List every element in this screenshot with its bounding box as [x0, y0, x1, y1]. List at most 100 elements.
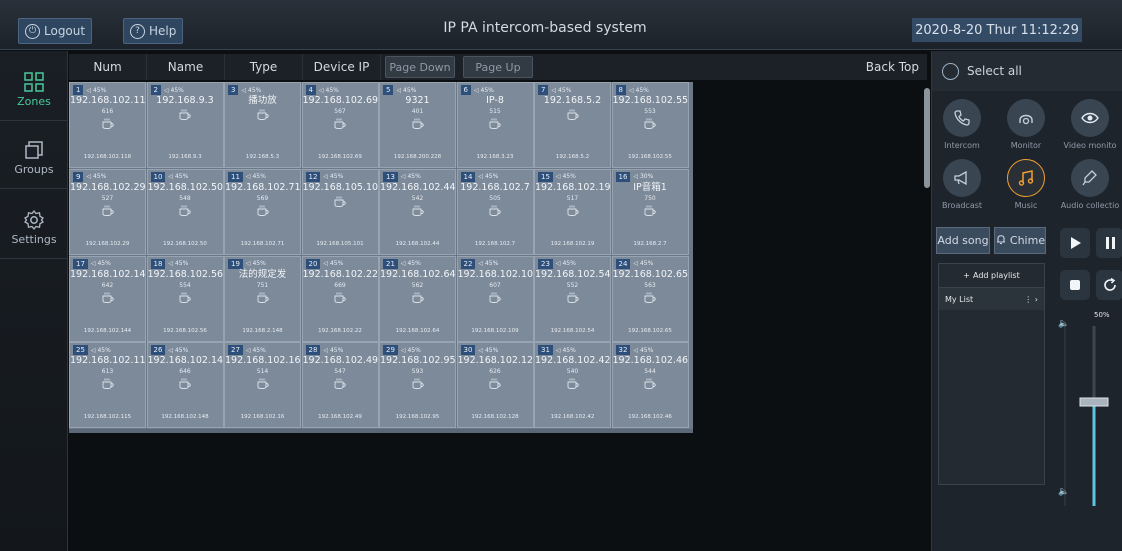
- zone-tile-head: 1 ◁ 45%: [70, 83, 145, 95]
- zone-name: 播功放: [248, 95, 277, 106]
- zone-tile[interactable]: 18 ◁ 45% 192.168.102.56 554 192.168.102.56: [146, 255, 224, 342]
- zone-tile[interactable]: 21 ◁ 45% 192.168.102.64 562 192.168.102.64: [379, 255, 456, 342]
- speaker-icon: ◁: [555, 260, 561, 268]
- playlist-item[interactable]: My List ⋮ ›: [939, 288, 1044, 310]
- zone-name: 192.168.102.7: [460, 181, 530, 193]
- zone-tile[interactable]: 17 ◁ 45% 192.168.102.144 642 192.168.102.144: [69, 255, 146, 342]
- zone-name: IP-8: [486, 95, 504, 106]
- function-video-monitor[interactable]: Video monito: [1060, 99, 1120, 159]
- zone-tile[interactable]: 4 ◁ 45% 192.168.102.69 567 192.168.102.69: [301, 82, 379, 168]
- zone-code: 553: [644, 108, 656, 115]
- zone-cup-icon: [535, 108, 610, 122]
- zone-code: 554: [179, 281, 191, 289]
- zone-name: 192.168.102.148: [147, 355, 224, 367]
- nav-item-groups[interactable]: Groups: [0, 127, 68, 189]
- zone-num: 10: [150, 171, 166, 182]
- zone-tile[interactable]: 24 ◁ 45% 192.168.102.65 563 192.168.102.65: [611, 255, 689, 342]
- zone-tile[interactable]: 31 ◁ 45% 192.168.102.42 540 192.168.102.42: [534, 342, 611, 429]
- col-type[interactable]: Type: [225, 54, 303, 80]
- pause-button[interactable]: [1096, 228, 1122, 258]
- zone-volume: ◁ 45%: [478, 347, 498, 354]
- col-num[interactable]: Num: [69, 54, 147, 80]
- page-up-button[interactable]: Page Up: [463, 56, 533, 78]
- function-monitor[interactable]: Monitor: [996, 99, 1056, 159]
- function-broadcast[interactable]: Broadcast: [932, 159, 992, 219]
- zone-tile[interactable]: 23 ◁ 45% 192.168.102.54 552 192.168.102.54: [534, 255, 611, 342]
- zone-cup-icon: [535, 204, 610, 218]
- zone-tile[interactable]: 16 ◁ 30% IP音箱1 750 192.168.2.7: [611, 168, 689, 255]
- zone-tile[interactable]: 13 ◁ 45% 192.168.102.44 542 192.168.102.44: [379, 168, 456, 255]
- zone-code: 750: [644, 194, 656, 202]
- function-intercom[interactable]: Intercom: [932, 99, 992, 159]
- col-name[interactable]: Name: [147, 54, 225, 80]
- zone-tile[interactable]: 20 ◁ 45% 192.168.102.22 669 192.168.102.22: [301, 255, 379, 342]
- play-button[interactable]: [1060, 228, 1090, 258]
- zone-tile[interactable]: 27 ◁ 45% 192.168.102.16 514 192.168.102.16: [224, 342, 301, 429]
- logout-button[interactable]: ⏻ Logout: [18, 18, 93, 44]
- zone-tile[interactable]: 12 ◁ 45% 192.168.105.101 192.168.105.101: [301, 168, 379, 255]
- zone-volume: ◁ 30%: [633, 173, 653, 180]
- zone-scrollbar[interactable]: [924, 88, 930, 188]
- stop-button[interactable]: [1060, 270, 1090, 300]
- zone-tile[interactable]: 11 ◁ 45% 192.168.102.71 569 192.168.102.71: [224, 168, 301, 255]
- zone-tile[interactable]: 5 ◁ 45% 9321 401 192.168.200.228: [379, 82, 456, 168]
- zone-cup-icon: [225, 291, 300, 305]
- repeat-button[interactable]: [1096, 270, 1122, 300]
- zone-num: 4: [305, 85, 316, 95]
- zone-tile[interactable]: 9 ◁ 45% 192.168.102.29 527 192.168.102.29: [69, 168, 146, 255]
- zone-device-ip: 192.168.105.101: [316, 240, 364, 247]
- zone-name: 192.168.5.2: [543, 95, 602, 106]
- zone-num: 9: [73, 171, 84, 182]
- add-song-button[interactable]: Add song: [936, 227, 990, 254]
- zone-device-ip: 192.168.200.228: [393, 154, 442, 160]
- col-device-ip[interactable]: Device IP: [303, 54, 381, 80]
- nav-item-zones[interactable]: Zones: [0, 59, 68, 121]
- zone-num: 19: [228, 258, 243, 269]
- zone-tile[interactable]: 2 ◁ 45% 192.168.9.3 192.168.9.3: [146, 82, 224, 168]
- function-music[interactable]: Music: [996, 159, 1056, 219]
- function-label-video-monitor: Video monito: [1063, 141, 1117, 150]
- add-playlist-button[interactable]: + Add playlist: [939, 264, 1044, 288]
- zone-tile[interactable]: 15 ◁ 45% 192.168.102.19 517 192.168.102.19: [534, 168, 611, 255]
- zone-tile[interactable]: 22 ◁ 45% 192.168.102.109 607 192.168.102.109: [456, 255, 534, 342]
- speaker-icon: ◁: [168, 173, 174, 181]
- speaker-icon: ◁: [555, 346, 561, 354]
- zone-cup-icon: [458, 117, 533, 131]
- zone-tile[interactable]: 26 ◁ 45% 192.168.102.148 646 192.168.102.148: [146, 342, 224, 429]
- zone-tile[interactable]: 30 ◁ 45% 192.168.102.128 626 192.168.102.128: [456, 342, 534, 429]
- page-down-button[interactable]: Page Down: [385, 56, 455, 78]
- zone-tile[interactable]: 3 ◁ 45% 播功放 192.168.5.3: [224, 82, 301, 168]
- speaker-icon: ◁: [86, 173, 92, 181]
- zone-tile-head: 21 ◁ 45%: [380, 257, 455, 269]
- back-top-button[interactable]: Back Top: [866, 60, 919, 74]
- zone-name: 192.168.102.29: [70, 181, 146, 193]
- zone-tile[interactable]: 14 ◁ 45% 192.168.102.7 505 192.168.102.7: [456, 168, 534, 255]
- function-audio-collection[interactable]: Audio collectio: [1060, 159, 1120, 219]
- chime-button[interactable]: Chime: [994, 227, 1046, 254]
- zone-volume-value: 45%: [329, 260, 344, 268]
- playlist-more-icon[interactable]: ⋮ ›: [1024, 295, 1038, 304]
- zone-device-ip: 192.168.102.64: [395, 327, 440, 334]
- zone-tile[interactable]: 6 ◁ 45% IP-8 515 192.168.3.23: [456, 82, 534, 168]
- zone-num: 6: [460, 85, 471, 95]
- zone-tile[interactable]: 19 ◁ 45% 法的规定发 751 192.168.2.148: [224, 255, 301, 342]
- zone-tile[interactable]: 32 ◁ 45% 192.168.102.46 544 192.168.102.46: [611, 342, 689, 429]
- zone-tile[interactable]: 28 ◁ 45% 192.168.102.49 547 192.168.102.49: [301, 342, 379, 429]
- nav-item-settings[interactable]: Settings: [0, 197, 68, 259]
- zone-tile[interactable]: 25 ◁ 45% 192.168.102.115 613 192.168.102.115: [69, 342, 146, 429]
- volume-slider[interactable]: [1080, 326, 1108, 506]
- zone-tile[interactable]: 7 ◁ 45% 192.168.5.2 192.168.5.2: [534, 82, 611, 168]
- zone-tile[interactable]: 10 ◁ 45% 192.168.102.50 548 192.168.102.50: [146, 168, 224, 255]
- zone-volume: ◁ 45%: [323, 173, 343, 180]
- zone-device-ip: 192.168.9.3: [168, 154, 202, 160]
- select-all-toggle[interactable]: Select all: [932, 51, 1122, 91]
- zone-cup-icon: [70, 117, 145, 131]
- grid-edge: [69, 429, 693, 433]
- zone-tile[interactable]: 8 ◁ 45% 192.168.102.55 553 192.168.102.55: [611, 82, 689, 168]
- pause-icon: [1105, 237, 1115, 249]
- zone-tile[interactable]: 29 ◁ 45% 192.168.102.95 593 192.168.102.95: [379, 342, 456, 429]
- zone-cup-icon: [225, 377, 300, 391]
- help-button[interactable]: ? Help: [123, 18, 184, 44]
- zone-num: 20: [305, 258, 321, 269]
- zone-tile[interactable]: 1 ◁ 45% 192.168.102.118 616 192.168.102.118: [69, 82, 146, 168]
